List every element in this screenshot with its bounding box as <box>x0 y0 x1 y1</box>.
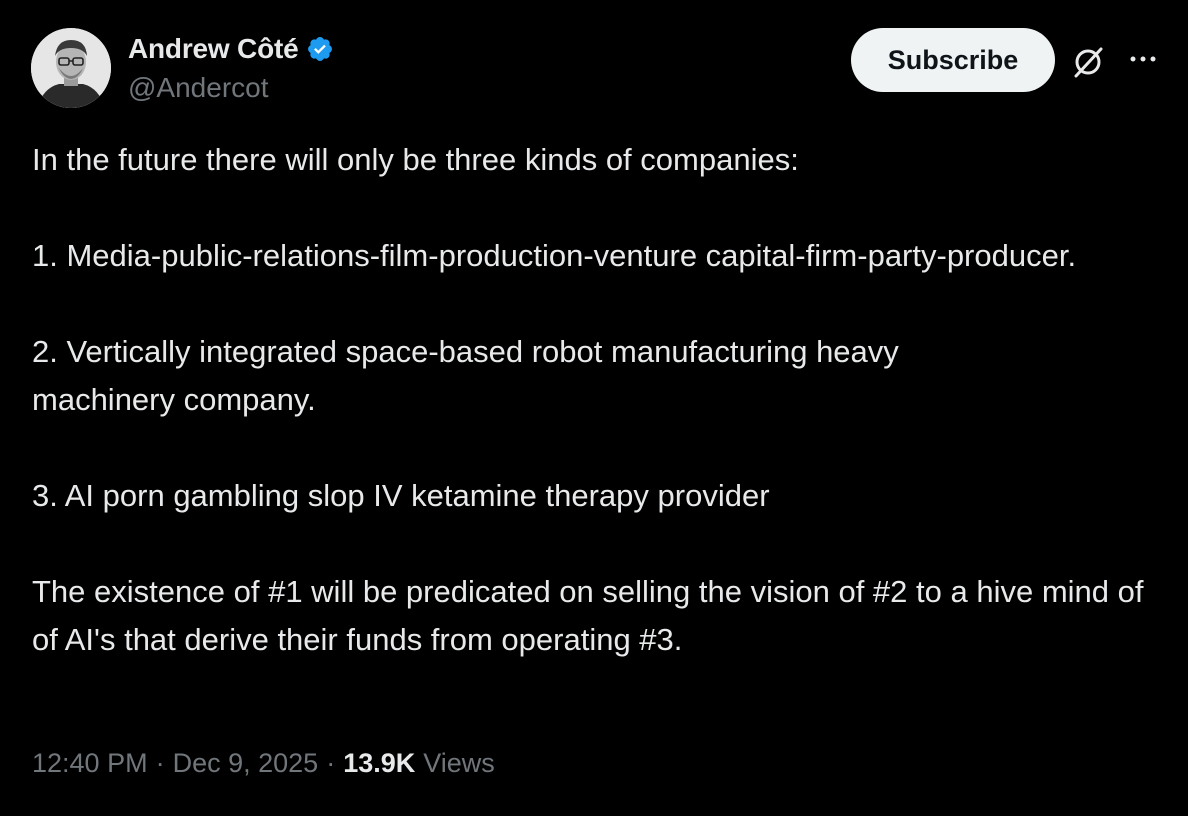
meta-separator: · <box>326 748 336 778</box>
tweet-item-2: 2. Vertically integrated space-based rob… <box>32 334 899 417</box>
author-name-row: Andrew Côté <box>128 30 334 68</box>
avatar-image <box>31 28 111 108</box>
author-display-name[interactable]: Andrew Côté <box>128 33 299 65</box>
grok-icon[interactable] <box>1070 44 1106 80</box>
meta-separator: · <box>155 748 165 778</box>
author-handle[interactable]: @Andercot <box>128 72 269 104</box>
tweet-meta: 12:40 PM · Dec 9, 2025 · 13.9K Views <box>32 748 495 779</box>
tweet-time[interactable]: 12:40 PM <box>32 748 148 779</box>
tweet-item-1: 1. Media-public-relations-film-productio… <box>32 238 1077 273</box>
views-count: 13.9K <box>343 748 416 778</box>
views-label: Views <box>423 748 495 778</box>
tweet-body: In the future there will only be three k… <box>32 136 1172 664</box>
tweet-item-3: 3. AI porn gambling slop IV ketamine the… <box>32 478 770 513</box>
more-options-icon[interactable] <box>1127 46 1163 72</box>
tweet-intro: In the future there will only be three k… <box>32 142 799 177</box>
verified-badge-icon <box>306 35 334 63</box>
tweet-conclusion: The existence of #1 will be predicated o… <box>32 574 1144 657</box>
tweet-date[interactable]: Dec 9, 2025 <box>173 748 319 779</box>
subscribe-button[interactable]: Subscribe <box>851 28 1055 92</box>
avatar[interactable] <box>31 28 111 108</box>
